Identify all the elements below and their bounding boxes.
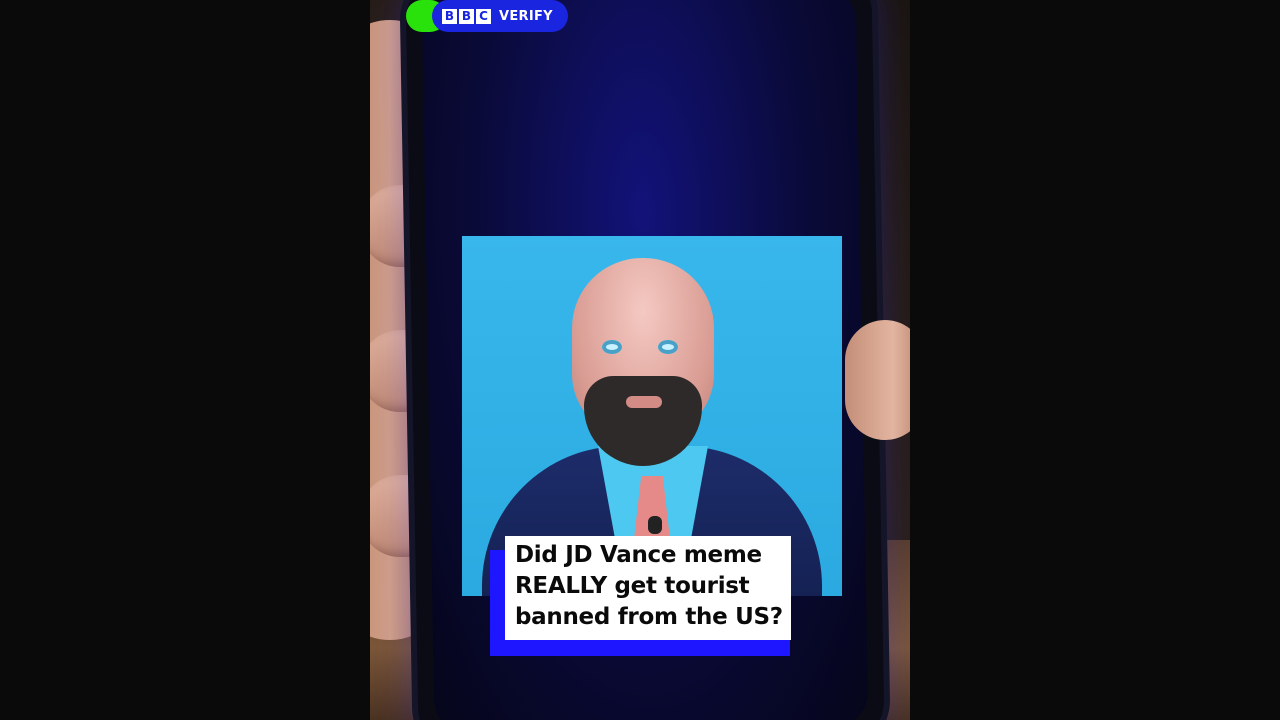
headline-caption: Did JD Vance meme REALLY get tourist ban…: [490, 536, 806, 658]
right-letterbox: [910, 0, 1280, 720]
left-letterbox: [0, 0, 370, 720]
logo-letter: B: [442, 8, 457, 24]
badge-label: VERIFY: [499, 8, 553, 24]
logo-letter: C: [476, 8, 491, 24]
badge-pill: B B C VERIFY: [432, 0, 568, 32]
right-thumb: [845, 320, 910, 440]
caption-box: Did JD Vance meme REALLY get tourist ban…: [505, 536, 791, 640]
bbc-logo-icon: B B C: [442, 8, 491, 24]
caption-line-1: Did JD Vance meme: [515, 542, 762, 568]
caption-line-3: banned from the US?: [515, 604, 783, 630]
person-mouth: [626, 396, 662, 408]
microphone-icon: [648, 516, 662, 534]
person-eye: [602, 340, 622, 354]
caption-line-2: REALLY get tourist: [515, 573, 750, 599]
logo-letter: B: [459, 8, 474, 24]
person-eye: [658, 340, 678, 354]
bbc-verify-badge: B B C VERIFY: [406, 0, 568, 32]
